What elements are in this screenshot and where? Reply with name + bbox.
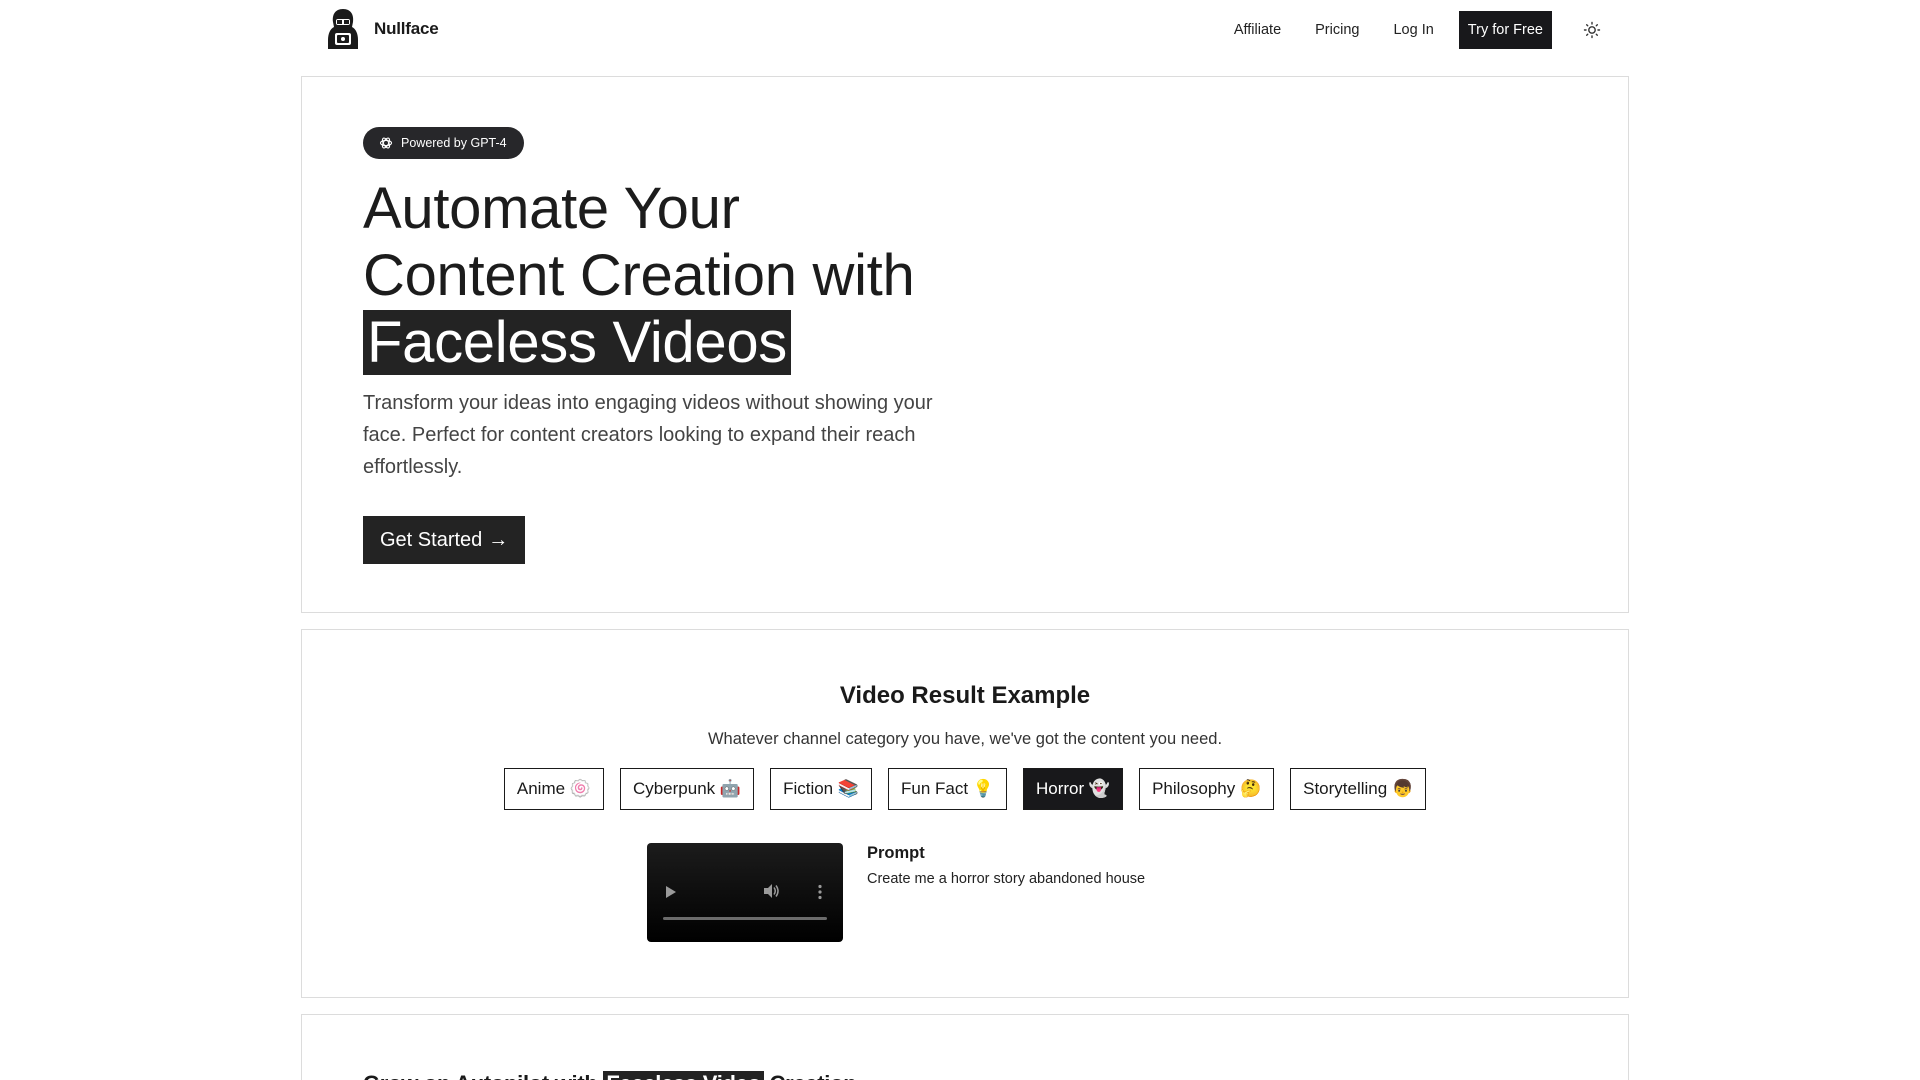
hero-title: Automate Your Content Creation with Face… [363,175,915,376]
grow-title-before: Grow on Autopilot with [363,1071,598,1080]
tab-philosophy[interactable]: Philosophy 🤔 [1139,768,1275,810]
tab-cyberpunk[interactable]: Cyberpunk 🤖 [619,768,755,810]
powered-by-badge: Powered by GPT-4 [363,127,524,159]
grow-title-highlight: Faceless Video [603,1071,764,1080]
prompt-label: Prompt [867,844,925,862]
get-started-label: Get Started [380,528,483,551]
nav-link-pricing[interactable]: Pricing [1315,11,1359,49]
video-examples-section: Video Result Example Whatever channel ca… [301,629,1629,998]
volume-icon[interactable] [763,883,781,899]
grow-section: Grow on Autopilot with Faceless Video Cr… [301,1014,1629,1080]
prompt-text: Create me a horror story abandoned house [867,871,1146,887]
brand-name: Nullface [374,19,439,38]
brand-logo[interactable]: Nullface [326,8,439,50]
arrow-right-icon: → [488,528,509,551]
section-subtitle: Whatever channel category you have, we'v… [707,730,1223,748]
grow-title-after: Creation [770,1071,857,1080]
play-icon[interactable] [665,885,677,899]
hero-title-line-2: Content Creation with [363,243,915,308]
nav-link-affiliate[interactable]: Affiliate [1234,11,1281,49]
hooded-figure-icon [328,9,358,49]
tab-fun-fact[interactable]: Fun Fact 💡 [888,768,1007,810]
hero-title-highlight: Faceless Videos [363,310,791,375]
get-started-button[interactable]: Get Started → [363,516,526,564]
main-nav: Affiliate Pricing Log In Try for Free [1234,11,1602,49]
category-tabs: Anime 🍥 Cyberpunk 🤖 Fiction 📚 Fun Fact 💡… [302,768,1628,810]
tab-anime[interactable]: Anime 🍥 [503,768,604,810]
openai-icon [379,137,393,149]
tab-horror[interactable]: Horror 👻 [1023,768,1124,810]
site-header: Nullface Affiliate Pricing Log In Try fo… [0,0,1920,62]
section-title: Video Result Example [839,682,1091,709]
sun-icon[interactable] [1582,20,1602,40]
hero-subtitle: Transform your ideas into engaging video… [363,392,933,478]
tab-fiction[interactable]: Fiction 📚 [770,768,873,810]
video-progress-bar[interactable] [663,917,827,920]
try-for-free-button[interactable]: Try for Free [1458,11,1552,49]
more-options-icon[interactable] [818,884,822,900]
grow-title: Grow on Autopilot with Faceless Video Cr… [363,1071,857,1080]
nav-link-login[interactable]: Log In [1393,11,1433,49]
video-player[interactable] [647,843,843,942]
hero-title-line-1: Automate Your [363,176,740,241]
badge-label: Powered by GPT-4 [401,136,507,150]
hero-section: Powered by GPT-4 Automate Your Content C… [301,76,1629,613]
tab-storytelling[interactable]: Storytelling 👦 [1290,768,1427,810]
